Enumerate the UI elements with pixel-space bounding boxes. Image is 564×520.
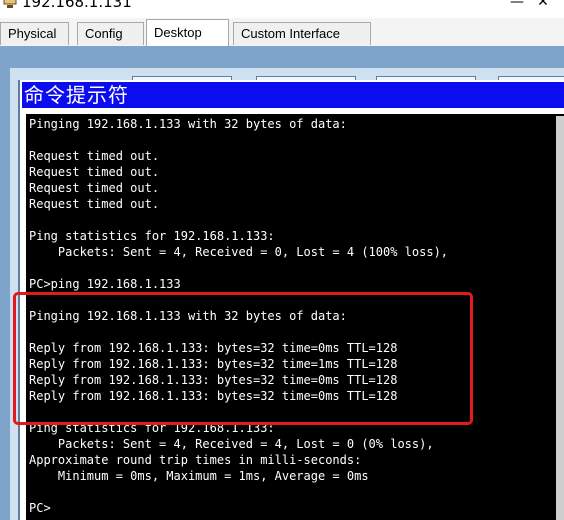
tab-config[interactable]: Config [77,22,144,45]
console-line: Minimum = 0ms, Maximum = 1ms, Average = … [29,469,369,483]
pc-icon [2,0,18,10]
tab-strip: Physical Config Desktop Custom Interface [0,18,564,47]
command-prompt-window: 命令提示符 Pinging 192.168.1.133 with 32 byte… [18,80,564,520]
console-lines: Pinging 192.168.1.133 with 32 bytes of d… [29,116,448,516]
console-output[interactable]: Pinging 192.168.1.133 with 32 bytes of d… [26,114,564,520]
console-line: Reply from 192.168.1.133: bytes=32 time=… [29,341,398,355]
console-line: Packets: Sent = 4, Received = 0, Lost = … [29,245,449,259]
close-button[interactable]: ✕ [536,0,550,9]
console-line: Ping statistics for 192.168.1.133: [29,421,275,435]
tab-desktop[interactable]: Desktop [146,19,229,47]
console-line: Pinging 192.168.1.133 with 32 bytes of d… [29,309,347,323]
console-line: PC>ping 192.168.1.133 [29,277,181,291]
console-line: Approximate round trip times in milli-se… [29,453,362,467]
tab-physical[interactable]: Physical [0,22,69,45]
tab-custom-interface[interactable]: Custom Interface [233,22,371,45]
console-line: Packets: Sent = 4, Received = 4, Lost = … [29,437,434,451]
scrollbar[interactable] [556,116,564,520]
console-line: PC> [29,501,51,515]
console-line: Request timed out. [29,181,160,195]
console-line: Ping statistics for 192.168.1.133: [29,229,275,243]
console-line: Request timed out. [29,197,160,211]
console-line: Reply from 192.168.1.133: bytes=32 time=… [29,389,398,403]
console-line: Reply from 192.168.1.133: bytes=32 time=… [29,357,398,371]
minimize-button[interactable]: — [510,0,524,9]
console-line: Request timed out. [29,149,160,163]
console-line: Request timed out. [29,165,160,179]
window-title: 192.168.1.131 [22,0,132,11]
console-line: Reply from 192.168.1.133: bytes=32 time=… [29,373,398,387]
window-titlebar: 192.168.1.131 — ✕ [0,0,564,18]
console-line: Pinging 192.168.1.133 with 32 bytes of d… [29,117,347,131]
command-prompt-title: 命令提示符 [22,82,564,108]
